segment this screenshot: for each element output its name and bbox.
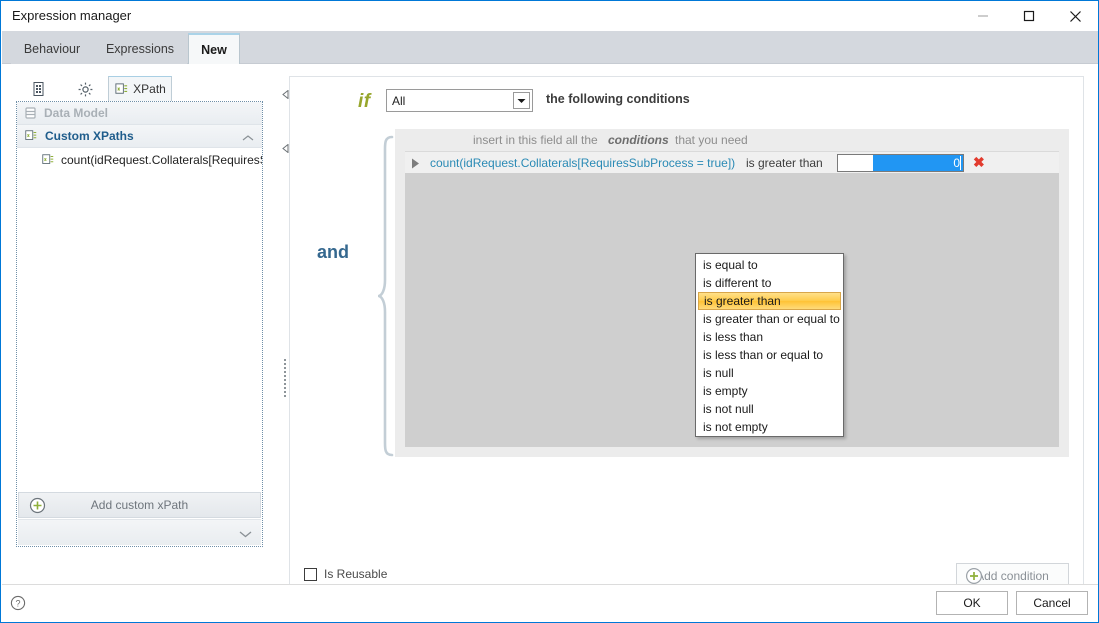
sidebar-tab-xpath-label: XPath <box>133 82 166 96</box>
close-button[interactable] <box>1052 1 1098 31</box>
dropdown-option-is-greater-than-or-equal-to[interactable]: is greater than or equal to <box>696 310 843 328</box>
hint-part-1: insert in this field all the <box>473 133 598 147</box>
following-conditions-label: the following conditions <box>546 92 690 106</box>
operator-dropdown-menu[interactable]: is equal to is different to is greater t… <box>695 253 844 437</box>
tree-item-custom-xpath[interactable]: count(idRequest.Collaterals[RequiresS <box>17 148 262 171</box>
collapse-left-arrow-bottom-icon[interactable] <box>282 142 289 156</box>
dialog-body: XPath Data Model Custom XPaths count(idR… <box>2 64 1098 606</box>
window-controls <box>960 1 1098 31</box>
chevron-up-icon[interactable] <box>242 131 254 145</box>
cancel-button-label: Cancel <box>1033 596 1071 610</box>
tree-group-data-model-label: Data Model <box>44 106 109 120</box>
dropdown-option-is-empty[interactable]: is empty <box>696 382 843 400</box>
condition-operator-label[interactable]: is greater than <box>746 156 823 170</box>
title-bar: Expression manager <box>1 1 1098 31</box>
minimize-button[interactable] <box>960 1 1006 31</box>
add-condition-label: Add condition <box>976 568 1049 583</box>
condition-xpath-expression[interactable]: count(idRequest.Collaterals[RequiresSubP… <box>430 156 735 170</box>
group-brace-icon <box>374 135 394 460</box>
is-reusable-label: Is Reusable <box>324 567 388 581</box>
dialog-footer: ? OK Cancel <box>2 584 1098 621</box>
dropdown-option-is-not-empty[interactable]: is not empty <box>696 418 843 436</box>
cancel-button[interactable]: Cancel <box>1016 591 1088 615</box>
expression-manager-window: Expression manager Behaviour Expressions… <box>0 0 1099 623</box>
is-reusable-row[interactable]: Is Reusable <box>304 567 387 581</box>
text-caret <box>960 156 961 170</box>
dropdown-option-is-not-null[interactable]: is not null <box>696 400 843 418</box>
tab-behaviour[interactable]: Behaviour <box>11 33 93 64</box>
condition-value-input[interactable]: 0 <box>837 154 964 172</box>
scope-select[interactable]: All <box>386 89 533 112</box>
scope-select-value: All <box>392 94 406 108</box>
expression-editor-panel: if All the following conditions and inse… <box>289 76 1084 606</box>
tab-expressions[interactable]: Expressions <box>93 33 187 64</box>
chevron-down-icon <box>239 528 252 542</box>
tree-group-data-model[interactable]: Data Model <box>17 102 262 125</box>
ok-button-label: OK <box>963 596 981 610</box>
collapse-left-arrow-top-icon[interactable] <box>282 88 289 102</box>
is-reusable-checkbox[interactable] <box>304 567 317 581</box>
sidebar-tab-document[interactable] <box>16 76 62 102</box>
tab-new-label: New <box>201 42 227 57</box>
plus-circle-icon <box>29 497 46 517</box>
dropdown-option-is-greater-than[interactable]: is greater than <box>698 292 841 310</box>
xpath-icon <box>41 153 55 167</box>
group-operator-label: and <box>317 242 350 262</box>
xpath-icon <box>115 82 128 94</box>
hint-part-2: conditions <box>608 133 669 147</box>
if-keyword: if <box>358 91 371 112</box>
tab-behaviour-label: Behaviour <box>23 41 81 56</box>
document-icon <box>33 82 44 96</box>
ok-button[interactable]: OK <box>936 591 1008 615</box>
expander-triangle-icon[interactable] <box>411 158 420 172</box>
svg-text:?: ? <box>15 599 20 609</box>
condition-value-text: 0 <box>873 155 963 171</box>
maximize-button[interactable] <box>1006 1 1052 31</box>
add-custom-xpath-button[interactable]: Add custom xPath <box>18 492 261 518</box>
dropdown-option-is-less-than[interactable]: is less than <box>696 328 843 346</box>
if-row: if All the following conditions <box>290 77 1083 129</box>
dropdown-option-is-null[interactable]: is null <box>696 364 843 382</box>
sidebar-panel: XPath Data Model Custom XPaths count(idR… <box>16 76 291 559</box>
close-icon <box>1069 10 1081 22</box>
add-custom-xpath-label: Add custom xPath <box>90 498 189 512</box>
help-icon[interactable]: ? <box>10 595 26 614</box>
delete-condition-icon[interactable]: ✖ <box>973 155 985 169</box>
splitter-grip[interactable] <box>284 359 286 397</box>
xpath-icon <box>24 129 38 143</box>
sidebar-tab-strip: XPath <box>16 76 278 102</box>
tree-group-custom-xpaths[interactable]: Custom XPaths <box>17 125 262 148</box>
conditions-hint: insert in this field all the conditions … <box>395 129 1069 153</box>
maximize-icon <box>1023 10 1035 22</box>
database-icon <box>24 106 37 120</box>
main-tab-strip: Behaviour Expressions New <box>2 31 1098 64</box>
minimize-icon <box>978 15 988 17</box>
hint-part-3: that you need <box>675 133 748 147</box>
xpath-tree: Data Model Custom XPaths count(idRequest… <box>16 101 263 547</box>
sidebar-tab-xpath[interactable]: XPath <box>108 76 172 102</box>
tree-item-custom-xpath-label: count(idRequest.Collaterals[RequiresS <box>61 152 262 167</box>
gear-icon <box>78 82 92 96</box>
dropdown-option-is-different-to[interactable]: is different to <box>696 274 843 292</box>
sidebar-scroll-down[interactable] <box>18 519 261 545</box>
sidebar-tab-settings[interactable] <box>62 76 108 102</box>
condition-row[interactable]: count(idRequest.Collaterals[RequiresSubP… <box>405 151 1059 173</box>
conditions-area: and insert in this field all the conditi… <box>304 129 1069 527</box>
chevron-down-icon[interactable] <box>513 92 530 109</box>
tree-group-custom-xpaths-label: Custom XPaths <box>45 129 134 143</box>
tab-new[interactable]: New <box>188 33 240 64</box>
window-title: Expression manager <box>12 8 132 23</box>
dropdown-option-is-equal-to[interactable]: is equal to <box>696 256 843 274</box>
tab-expressions-label: Expressions <box>105 41 175 56</box>
dropdown-option-is-less-than-or-equal-to[interactable]: is less than or equal to <box>696 346 843 364</box>
